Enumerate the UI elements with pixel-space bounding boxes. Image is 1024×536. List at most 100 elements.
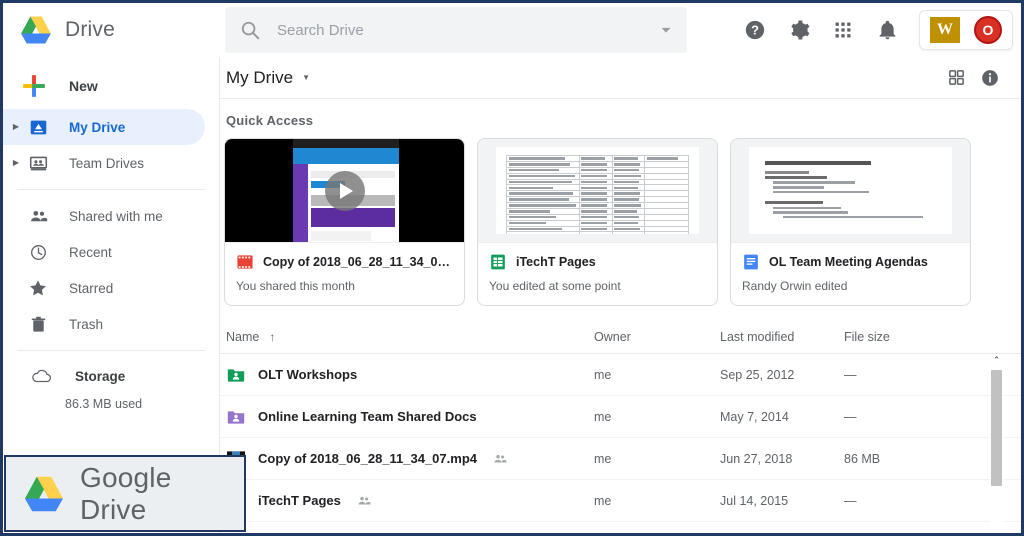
column-header-name[interactable]: Name ↑ — [226, 330, 594, 344]
search-bar[interactable] — [225, 7, 687, 53]
storage-label: Storage — [75, 368, 126, 384]
card-subtitle: You edited at some point — [489, 279, 621, 293]
main-content: My Drive ▼ Quick Access Copy of 2018_06_… — [220, 57, 1021, 533]
grid-view-icon — [948, 70, 964, 85]
workspace-badge[interactable]: W — [930, 17, 960, 43]
quick-access-card[interactable]: iTechT Pages You edited at some point — [477, 138, 718, 306]
apps-button[interactable] — [821, 8, 865, 52]
watermark-drive: Drive — [80, 493, 147, 525]
google-sheets-icon — [491, 254, 505, 270]
help-circle-icon: ? — [745, 20, 765, 40]
spreadsheet-thumbnail — [478, 139, 717, 242]
svg-text:?: ? — [751, 23, 759, 38]
file-list-scrollbar[interactable]: ⌃ — [990, 354, 1003, 530]
row-name-cell: Online Learning Team Shared Docs — [226, 407, 594, 427]
help-button[interactable]: ? — [733, 8, 777, 52]
apps-grid-icon — [835, 22, 851, 38]
shared-people-icon — [358, 496, 371, 504]
card-meta: Copy of 2018_06_28_11_34_07.mp4 You shar… — [225, 243, 464, 305]
brand-area[interactable]: Drive — [3, 3, 220, 57]
table-row[interactable]: iTechT Pages me Jul 14, 2015 — — [220, 480, 1021, 522]
row-owner: me — [594, 367, 612, 382]
new-button-label: New — [69, 78, 98, 94]
google-drive-window: Drive ? — [0, 0, 1024, 536]
card-file-name: OL Team Meeting Agendas — [769, 255, 928, 269]
table-row[interactable]: Copy of 2018_06_28_11_34_07.mp4 me Jun 2… — [220, 438, 1021, 480]
sidebar-item-my-drive[interactable]: ▶ My Drive — [3, 109, 205, 145]
sidebar-divider — [17, 350, 205, 351]
avatar[interactable]: O — [974, 16, 1002, 44]
card-thumbnail[interactable] — [478, 139, 717, 243]
row-file-name: iTechT Pages — [258, 493, 341, 508]
card-subtitle: You shared this month — [236, 279, 355, 293]
search-input[interactable] — [277, 21, 659, 39]
row-modified: Sep 25, 2012 — [720, 367, 795, 382]
gear-icon — [791, 20, 810, 40]
sort-ascending-icon[interactable]: ↑ — [269, 330, 275, 344]
card-thumbnail[interactable] — [225, 139, 464, 243]
expand-arrow-icon[interactable]: ▶ — [9, 159, 23, 167]
shared-people-icon — [494, 454, 507, 462]
chevron-down-icon[interactable] — [659, 23, 673, 37]
search-icon — [241, 21, 260, 40]
sidebar-item-trash[interactable]: ▶ Trash — [3, 306, 205, 342]
settings-button[interactable] — [777, 8, 821, 52]
row-file-name: Online Learning Team Shared Docs — [258, 409, 477, 424]
column-header-size[interactable]: File size — [844, 330, 1015, 344]
scrollbar-thumb[interactable] — [991, 370, 1002, 486]
details-info-button[interactable] — [973, 61, 1007, 95]
row-owner: me — [594, 493, 612, 508]
row-modified: May 7, 2014 — [720, 409, 789, 424]
people-icon — [27, 205, 49, 227]
video-file-icon — [237, 255, 253, 269]
video-thumbnail — [225, 139, 464, 242]
top-actions: ? W O — [687, 3, 1021, 57]
sidebar-item-storage[interactable]: Storage — [3, 359, 219, 393]
sidebar-item-shared-with-me[interactable]: ▶ Shared with me — [3, 198, 205, 234]
bell-icon — [879, 20, 895, 39]
trash-icon — [27, 313, 49, 335]
sidebar-label: Team Drives — [69, 155, 145, 171]
row-modified: Jun 27, 2018 — [720, 451, 793, 466]
row-name-cell: iTechT Pages — [226, 491, 594, 511]
scroll-up-arrow-icon[interactable]: ⌃ — [990, 354, 1003, 367]
sidebar-label: Recent — [69, 244, 112, 260]
quick-access-card[interactable]: OL Team Meeting Agendas Randy Orwin edit… — [730, 138, 971, 306]
chevron-down-icon[interactable]: ▼ — [302, 73, 310, 82]
sidebar-label: Shared with me — [69, 208, 163, 224]
sidebar-item-starred[interactable]: ▶ Starred — [3, 270, 205, 306]
watermark-text: Google Drive — [80, 462, 244, 526]
card-meta: OL Team Meeting Agendas Randy Orwin edit… — [731, 243, 970, 305]
table-row[interactable]: Online Learning Team Shared Docs me May … — [220, 396, 1021, 438]
play-icon[interactable] — [324, 170, 365, 211]
row-file-name: OLT Workshops — [258, 367, 358, 382]
column-header-owner[interactable]: Owner — [594, 330, 720, 344]
sidebar-label: Trash — [69, 316, 104, 332]
sidebar-label: Starred — [69, 280, 114, 296]
grid-view-toggle[interactable] — [939, 61, 973, 95]
file-table-header: Name ↑ Owner Last modified File size — [220, 320, 1021, 354]
info-circle-icon — [982, 69, 998, 86]
breadcrumb-title[interactable]: My Drive — [226, 68, 293, 88]
notifications-button[interactable] — [865, 8, 909, 52]
row-name-cell: OLT Workshops — [226, 365, 594, 385]
column-header-modified[interactable]: Last modified — [720, 330, 844, 344]
table-row[interactable]: OLT Workshops me Sep 25, 2012 — — [220, 354, 1021, 396]
new-button[interactable]: New — [3, 63, 219, 109]
quick-access-card[interactable]: Copy of 2018_06_28_11_34_07.mp4 You shar… — [224, 138, 465, 306]
row-name-cell: Copy of 2018_06_28_11_34_07.mp4 — [226, 449, 594, 469]
sidebar-item-recent[interactable]: ▶ Recent — [3, 234, 205, 270]
account-box[interactable]: W O — [919, 10, 1013, 50]
card-thumbnail[interactable] — [731, 139, 970, 243]
column-label-name: Name — [226, 329, 260, 344]
row-file-name: Copy of 2018_06_28_11_34_07.mp4 — [258, 451, 477, 466]
expand-arrow-icon[interactable]: ▶ — [9, 123, 23, 131]
cloud-icon — [31, 365, 53, 387]
card-meta: iTechT Pages You edited at some point — [478, 243, 717, 305]
breadcrumb-bar: My Drive ▼ — [220, 57, 1021, 99]
sidebar-item-team-drives[interactable]: ▶ Team Drives — [3, 145, 205, 181]
watermark-google: Google — [80, 461, 172, 493]
app-title: Drive — [65, 18, 116, 41]
file-table-body: OLT Workshops me Sep 25, 2012 — Online L… — [220, 354, 1021, 530]
row-owner: me — [594, 451, 612, 466]
